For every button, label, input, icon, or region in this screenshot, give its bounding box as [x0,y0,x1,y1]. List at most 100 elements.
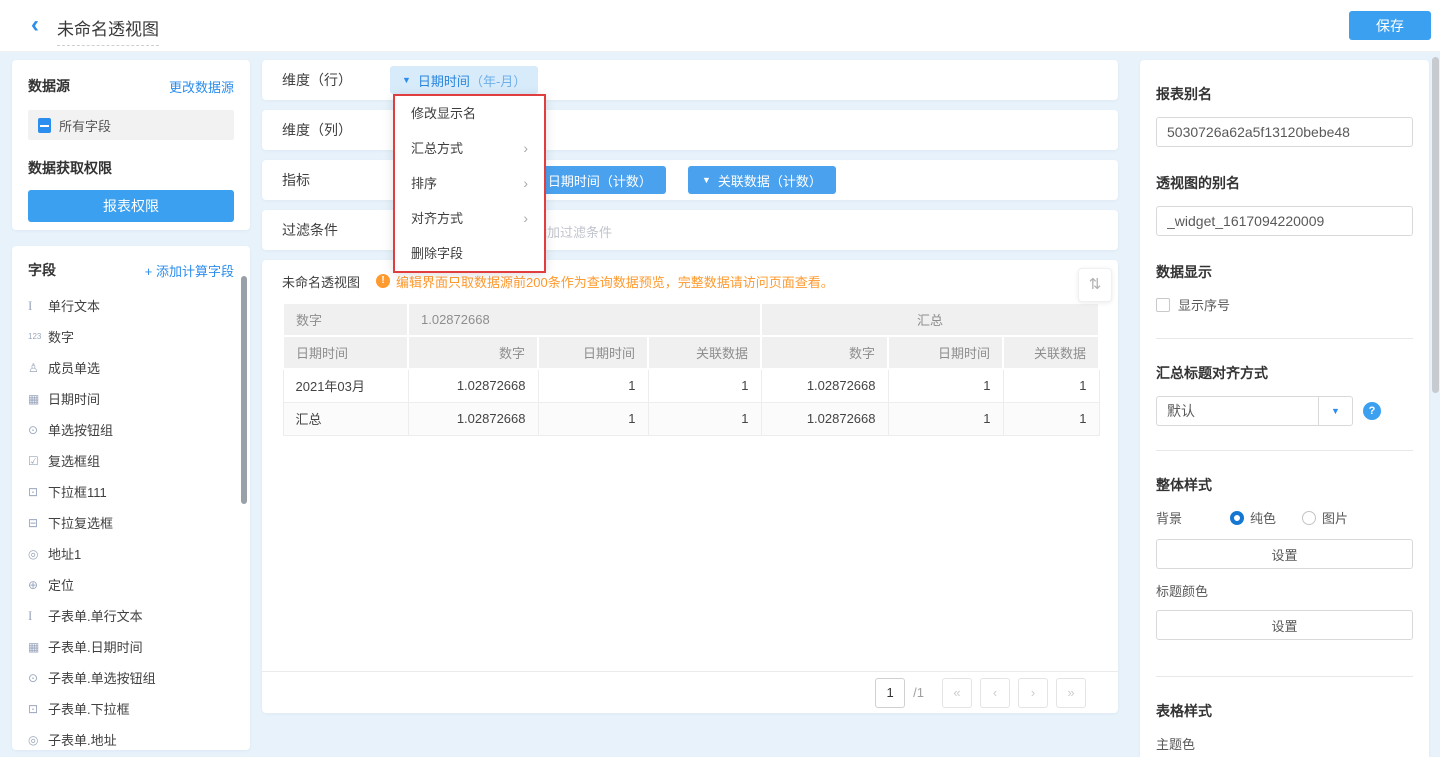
text-icon [28,298,48,314]
table-cell: 1 [648,402,761,435]
field-item[interactable]: 子表单.单行文本 [28,600,234,631]
background-settings-button[interactable]: 设置 [1156,539,1413,569]
datasource-item[interactable]: 所有字段 [28,110,234,140]
field-label: 下拉复选框 [48,513,113,532]
field-item[interactable]: 复选框组 [28,445,234,476]
field-label: 子表单.日期时间 [48,637,143,656]
dimension-row-chip[interactable]: ▼ 日期时间 （年-月） [390,66,538,94]
menu-item[interactable]: 对齐方式› [395,201,544,236]
field-item[interactable]: 子表单.下拉框 [28,693,234,724]
field-item[interactable]: 数字 [28,321,234,352]
title-color-label: 标题颜色 [1156,581,1413,600]
pivot-table: 数字1.02872668汇总日期时间数字日期时间关联数据数字日期时间关联数据20… [282,302,1100,436]
chip-field-format: （年-月） [470,71,526,90]
field-item[interactable]: 日期时间 [28,383,234,414]
title-color-settings-button[interactable]: 设置 [1156,610,1413,640]
location-icon [28,733,48,747]
location-icon [28,547,48,561]
dropdown-icon [28,702,48,716]
next-page-button[interactable]: › [1018,678,1048,708]
menu-item[interactable]: 排序 › [395,166,544,201]
report-alias-label: 报表别名 [1156,84,1413,104]
chip-field-name: 日期时间 [418,71,470,90]
field-label: 子表单.单选按钮组 [48,668,156,687]
datasource-name: 所有字段 [59,116,111,135]
menu-item[interactable]: 汇总方式 › [395,131,544,166]
table-cell: 1.02872668 [408,402,538,435]
field-item[interactable]: 单选按钮组 [28,414,234,445]
overall-style-label: 整体样式 [1156,475,1413,495]
field-item[interactable]: 子表单.单选按钮组 [28,662,234,693]
menu-item-label: 排序 [411,166,437,201]
prev-page-button[interactable]: ‹ [980,678,1010,708]
table-cell: 汇总 [283,402,408,435]
table-header-cell: 数字 [283,303,408,336]
table-row: 汇总1.02872668111.0287266811 [283,402,1099,435]
pivot-alias-input[interactable] [1156,206,1413,236]
table-cell: 1 [888,369,1003,402]
filter-label: 过滤条件 [282,220,390,240]
metric-card: 指标 ▼ 日期时间（计数） ▼ 关联数据（计数） [262,160,1118,200]
pivot-alias-label: 透视图的别名 [1156,173,1413,193]
change-datasource-link[interactable]: 更改数据源 [169,77,234,96]
last-page-button[interactable]: » [1056,678,1086,708]
bg-image-radio[interactable]: 图片 [1302,508,1348,527]
calendar-icon [28,392,48,406]
show-index-checkbox[interactable]: 显示序号 [1156,295,1413,314]
add-calc-field-button[interactable]: + 添加计算字段 [145,261,234,280]
field-item[interactable]: 定位 [28,569,234,600]
sort-button[interactable]: ⇅ [1078,268,1112,302]
metric-label: 指标 [282,170,390,190]
window-scrollbar[interactable] [1432,57,1439,393]
table-cell: 2021年03月 [283,369,408,402]
field-item[interactable]: 下拉框111 [28,476,234,507]
radio-selected-icon [1230,511,1244,525]
data-permission-title: 数据获取权限 [28,158,234,178]
page-number-box[interactable]: 1 [875,678,905,708]
pagination: 1 /1 « ‹ › » [262,671,1118,713]
chevron-down-icon[interactable]: ▼ [1318,397,1352,425]
theme-color-label: 主题色 [1156,734,1413,753]
field-label: 子表单.单行文本 [48,606,143,625]
field-item[interactable]: 地址1 [28,538,234,569]
save-button[interactable]: 保存 [1349,11,1431,40]
calendar-icon [28,640,48,654]
dimension-row-card: 维度（行） ▼ 日期时间 （年-月） [262,60,1118,100]
help-icon[interactable]: ? [1363,402,1381,420]
summary-align-select[interactable]: 默认 ▼ [1156,396,1353,426]
bg-solid-radio[interactable]: 纯色 [1230,508,1276,527]
table-header-cell: 关联数据 [648,336,761,369]
field-item[interactable]: 单行文本 [28,290,234,321]
table-header-cell: 关联数据 [1003,336,1099,369]
fields-scrollbar[interactable] [241,276,247,504]
field-label: 数字 [48,327,74,346]
field-item[interactable]: 子表单.日期时间 [28,631,234,662]
dropdown-multi-icon [28,516,48,530]
menu-item-label: 汇总方式 [411,131,463,166]
metric-chip-linked-data[interactable]: ▼ 关联数据（计数） [688,166,836,194]
field-item[interactable]: 下拉复选框 [28,507,234,538]
menu-item[interactable]: 删除字段 [395,236,544,271]
chevron-down-icon: ▼ [402,75,411,85]
table-header-cell: 数字 [761,336,888,369]
report-permission-button[interactable]: 报表权限 [28,190,234,222]
table-header-cell: 汇总 [761,303,1099,336]
field-label: 下拉框111 [48,482,107,501]
table-style-label: 表格样式 [1156,701,1413,721]
submenu-arrow-icon: › [523,131,528,166]
number-icon [28,332,48,341]
sort-icon: ⇅ [1089,276,1102,293]
menu-item[interactable]: 修改显示名 [395,96,544,131]
first-page-button[interactable]: « [942,678,972,708]
field-item[interactable]: 成员单选 [28,352,234,383]
report-alias-input[interactable] [1156,117,1413,147]
table-cell: 1.02872668 [761,402,888,435]
menu-item-label: 对齐方式 [411,201,463,236]
submenu-arrow-icon: › [523,166,528,201]
field-item[interactable]: 子表单.地址 [28,724,234,750]
divider [1156,338,1413,339]
back-icon[interactable]: ‹ [24,13,46,39]
table-cell: 1 [538,402,648,435]
checkbox-group-icon [28,454,48,468]
page-title[interactable]: 未命名透视图 [57,15,159,46]
